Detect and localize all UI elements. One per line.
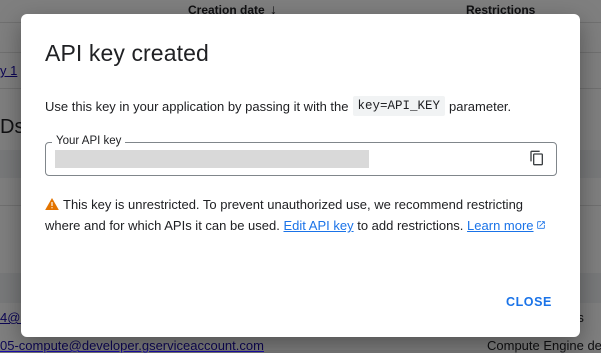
- api-key-field[interactable]: Your API key: [45, 135, 557, 176]
- copy-icon[interactable]: [529, 150, 545, 166]
- api-key-value[interactable]: [55, 150, 369, 168]
- description-text: Use this key in your application by pass…: [45, 98, 349, 114]
- edit-api-key-link[interactable]: Edit API key: [283, 218, 353, 233]
- code-snippet: key=API_KEY: [352, 96, 446, 116]
- dialog-title: API key created: [45, 40, 209, 66]
- close-button[interactable]: CLOSE: [506, 295, 552, 309]
- warning-text-continued: to add restrictions.: [357, 218, 464, 233]
- api-key-created-dialog: API key created Use this key in your app…: [21, 14, 580, 337]
- external-link-icon[interactable]: [536, 215, 546, 229]
- unrestricted-warning: This key is unrestricted. To prevent una…: [45, 194, 560, 236]
- warning-triangle-icon: [45, 195, 59, 210]
- description-text: parameter.: [449, 98, 512, 114]
- dialog-description: Use this key in your application by pass…: [45, 96, 511, 116]
- learn-more-link[interactable]: Learn more: [467, 218, 533, 233]
- api-key-label: Your API key: [52, 135, 126, 147]
